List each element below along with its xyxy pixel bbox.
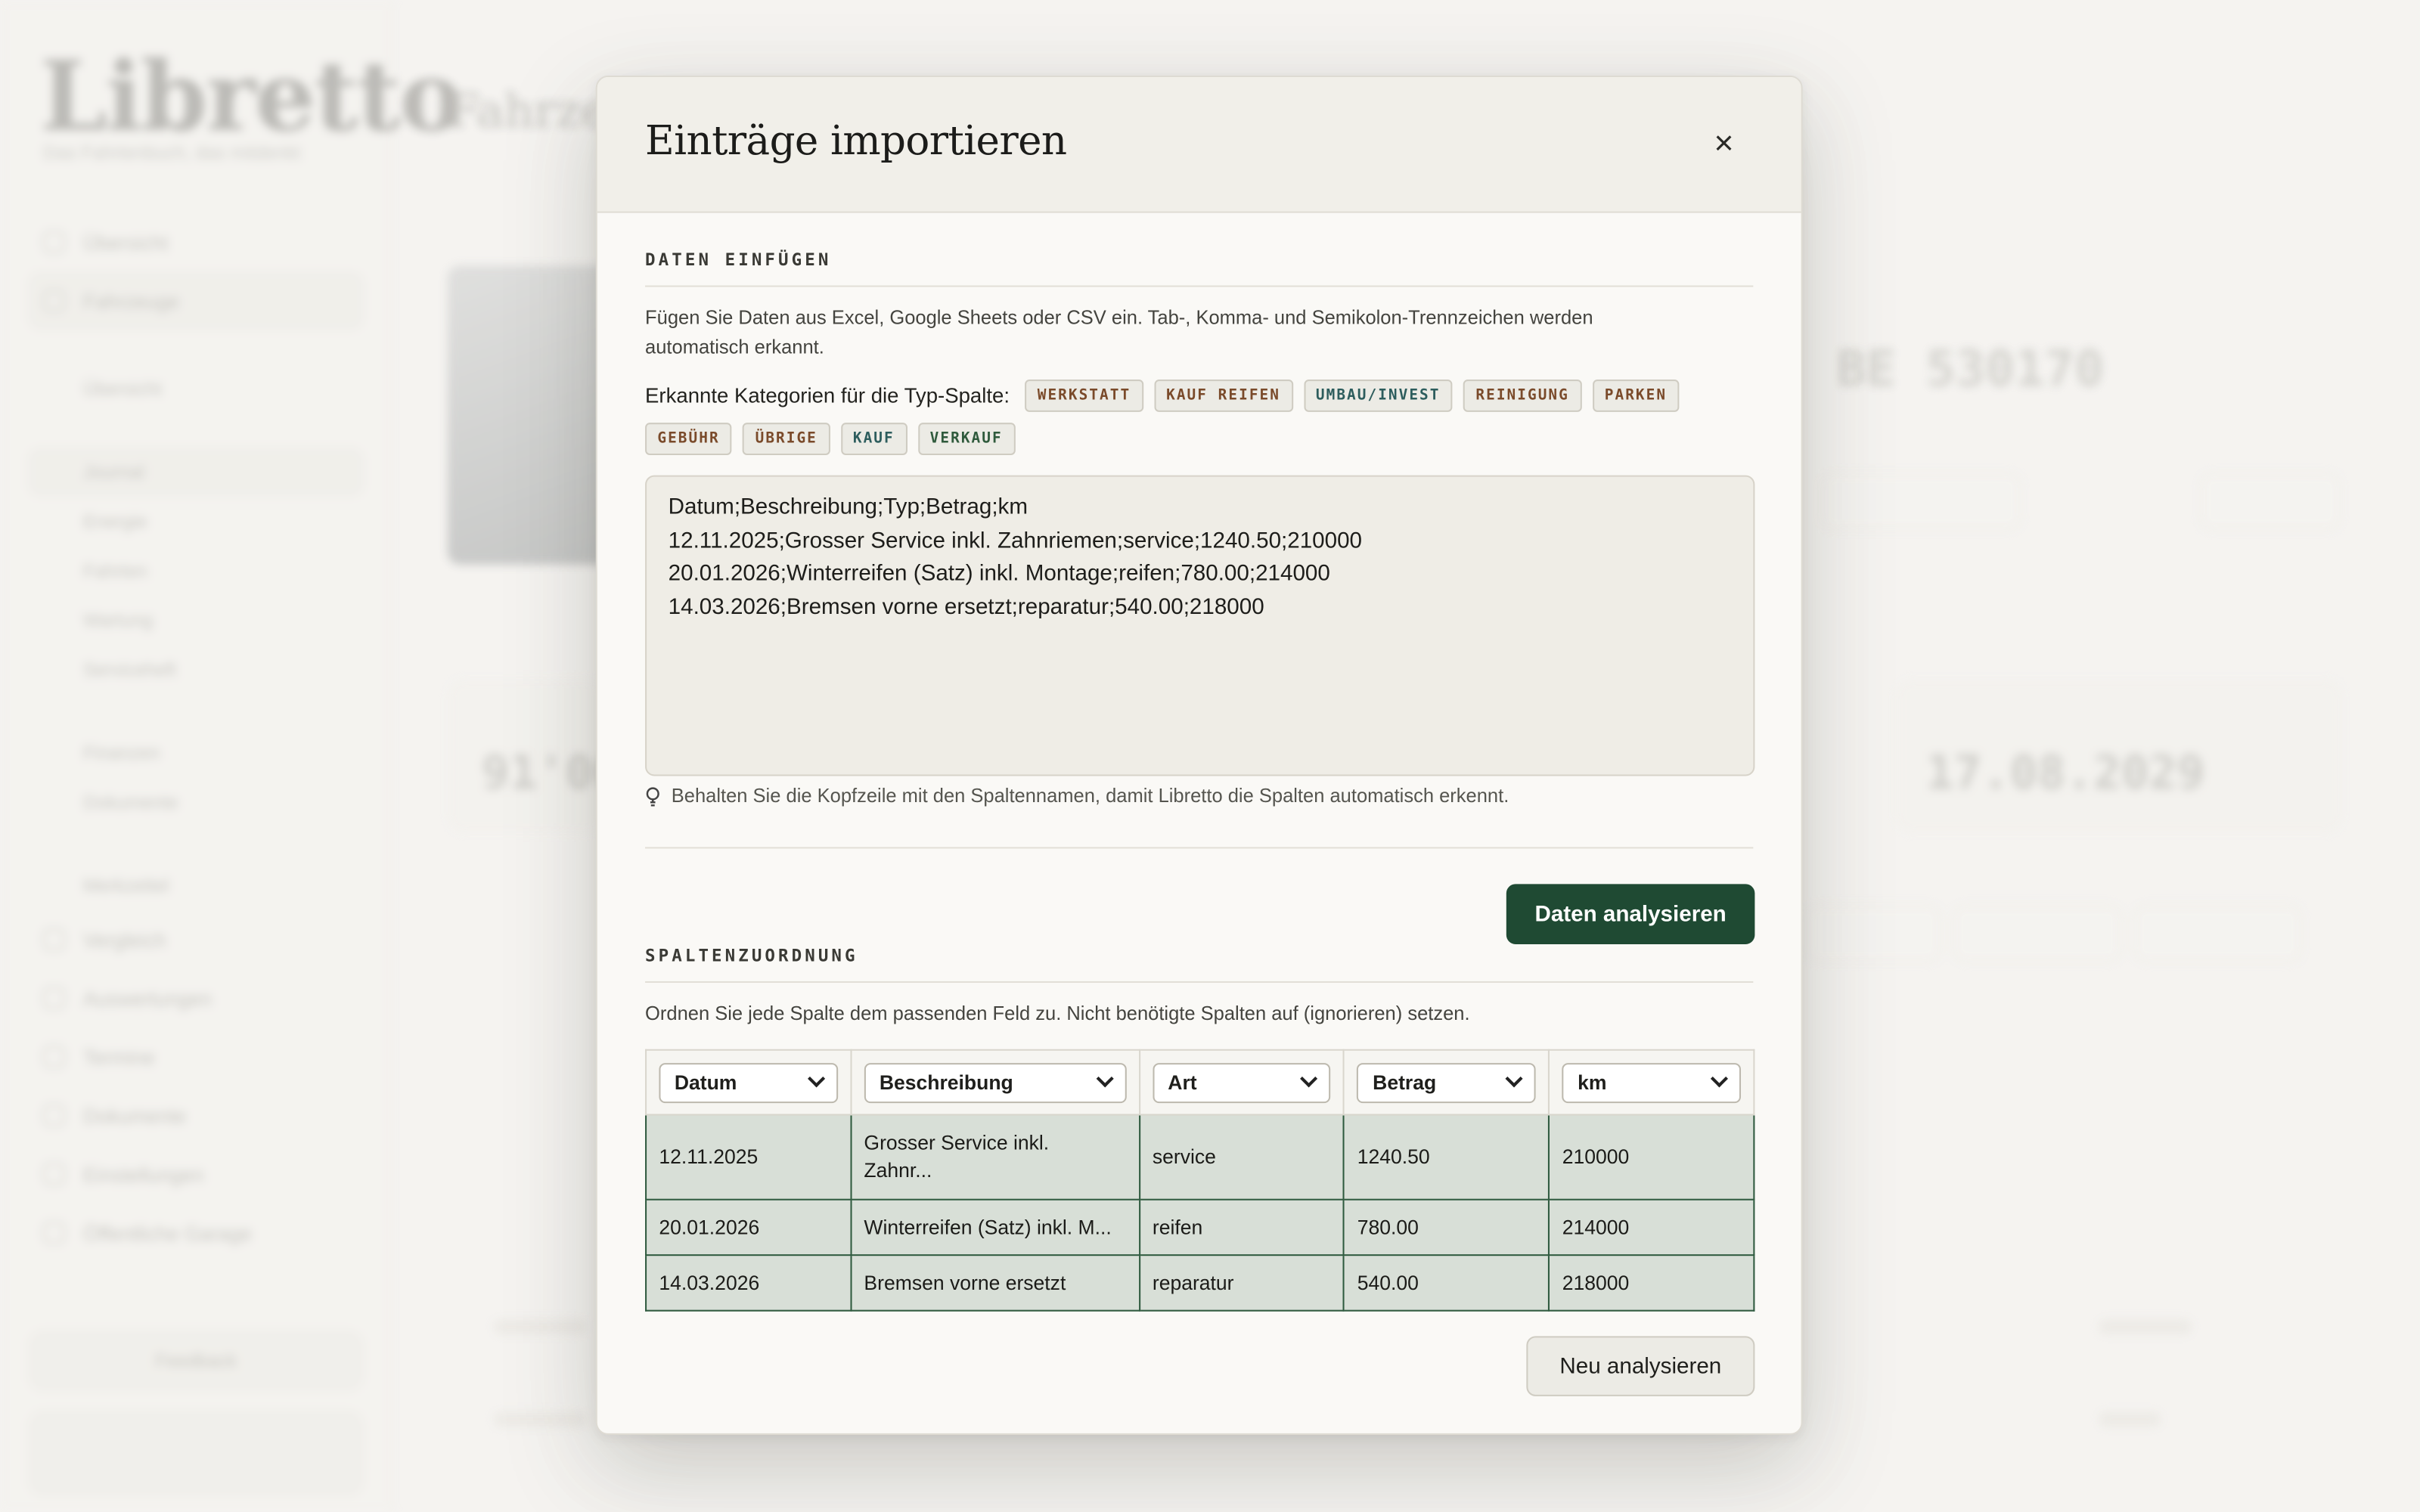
paste-description: Fügen Sie Daten aus Excel, Google Sheets… [645, 307, 1593, 358]
divider [645, 285, 1754, 287]
section-label-paste: DATEN EINFÜGEN [645, 249, 832, 271]
table-row: 20.01.2026 Winterreifen (Satz) inkl. M..… [645, 1198, 1755, 1256]
table-cell: reifen [1138, 1198, 1345, 1256]
column-select-date[interactable]: Datum [659, 1062, 838, 1103]
mapping-header-cell: Betrag [1343, 1049, 1550, 1116]
column-select-description[interactable]: Beschreibung [864, 1062, 1127, 1103]
table-cell: reparatur [1138, 1254, 1345, 1312]
mapping-description: Ordnen Sie jede Spalte dem passenden Fel… [645, 1002, 1470, 1025]
app-stage: Libretto Das Fahrtenbuch, das mitdenkt Ü… [0, 0, 2420, 1512]
divider [645, 981, 1754, 983]
category-tag: KAUF REIFEN [1153, 380, 1293, 412]
analyze-button[interactable]: Daten analysieren [1506, 884, 1755, 944]
table-cell: Bremsen vorne ersetzt [850, 1254, 1140, 1312]
chevron-down-icon [1096, 1069, 1114, 1087]
import-modal: Einträge importieren × DATEN EINFÜGEN Fü… [595, 75, 1803, 1435]
select-value: Beschreibung [879, 1070, 1013, 1094]
table-cell: 210000 [1548, 1114, 1755, 1201]
section-label-mapping: SPALTENZUORDNUNG [645, 946, 858, 966]
table-cell: 20.01.2026 [645, 1198, 852, 1256]
mapping-header-row: Datum Beschreibung Art Betrag km [645, 1049, 1755, 1116]
table-cell: 12.11.2025 [645, 1114, 852, 1201]
category-tag: GEBÜHR [645, 423, 733, 456]
chevron-down-icon [1300, 1069, 1319, 1087]
table-cell: Grosser Service inkl. Zahnr... [850, 1114, 1140, 1201]
table-cell: 214000 [1548, 1198, 1755, 1256]
select-value: Datum [674, 1070, 737, 1094]
hint-text: Behalten Sie die Kopfzeile mit den Spalt… [645, 785, 1509, 807]
modal-title: Einträge importieren [645, 119, 1067, 166]
table-cell: 1240.50 [1343, 1114, 1550, 1201]
cell-text: Grosser Service inkl. Zahnr... [864, 1130, 1050, 1182]
column-mapping-table: Datum Beschreibung Art Betrag km 12.11.2… [645, 1049, 1755, 1312]
category-tags: Erkannte Kategorien für die Typ-Spalte: … [645, 380, 1753, 456]
import-data-textarea[interactable] [645, 475, 1755, 776]
column-select-km[interactable]: km [1562, 1062, 1742, 1103]
chevron-down-icon [807, 1069, 825, 1087]
category-tag: WERKSTATT [1025, 380, 1143, 412]
table-cell: 14.03.2026 [645, 1254, 852, 1312]
select-value: km [1578, 1070, 1607, 1094]
column-select-amount[interactable]: Betrag [1357, 1062, 1537, 1103]
hint-label: Behalten Sie die Kopfzeile mit den Spalt… [671, 785, 1509, 807]
mapping-header-cell: Beschreibung [850, 1049, 1140, 1116]
select-value: Art [1168, 1070, 1197, 1094]
categories-label: Erkannte Kategorien für die Typ-Spalte: [645, 384, 1010, 407]
category-tag: UMBAU/INVEST [1303, 380, 1453, 412]
divider [645, 847, 1754, 849]
category-tag: KAUF [840, 423, 908, 456]
lightbulb-icon [646, 786, 659, 806]
table-row: 12.11.2025 Grosser Service inkl. Zahnr..… [645, 1114, 1755, 1201]
table-row: 14.03.2026 Bremsen vorne ersetzt reparat… [645, 1254, 1755, 1312]
chevron-down-icon [1505, 1069, 1524, 1087]
reanalyze-button[interactable]: Neu analysieren [1526, 1336, 1755, 1396]
mapping-header-cell: Datum [645, 1049, 852, 1116]
table-cell: 780.00 [1343, 1198, 1550, 1256]
category-tag: ÜBRIGE [743, 423, 830, 456]
close-icon[interactable]: × [1705, 125, 1742, 163]
category-tag: REINIGUNG [1463, 380, 1582, 412]
category-tag: VERKAUF [917, 423, 1016, 456]
column-select-type[interactable]: Art [1152, 1062, 1332, 1103]
table-cell: 218000 [1548, 1254, 1755, 1312]
table-cell: service [1138, 1114, 1345, 1201]
table-cell: 540.00 [1343, 1254, 1550, 1312]
table-cell: Winterreifen (Satz) inkl. M... [850, 1198, 1140, 1256]
chevron-down-icon [1710, 1069, 1728, 1087]
mapping-header-cell: km [1548, 1049, 1755, 1116]
mapping-header-cell: Art [1138, 1049, 1345, 1116]
modal-header: Einträge importieren × [597, 77, 1801, 213]
select-value: Betrag [1373, 1070, 1437, 1094]
category-tag: PARKEN [1592, 380, 1680, 412]
